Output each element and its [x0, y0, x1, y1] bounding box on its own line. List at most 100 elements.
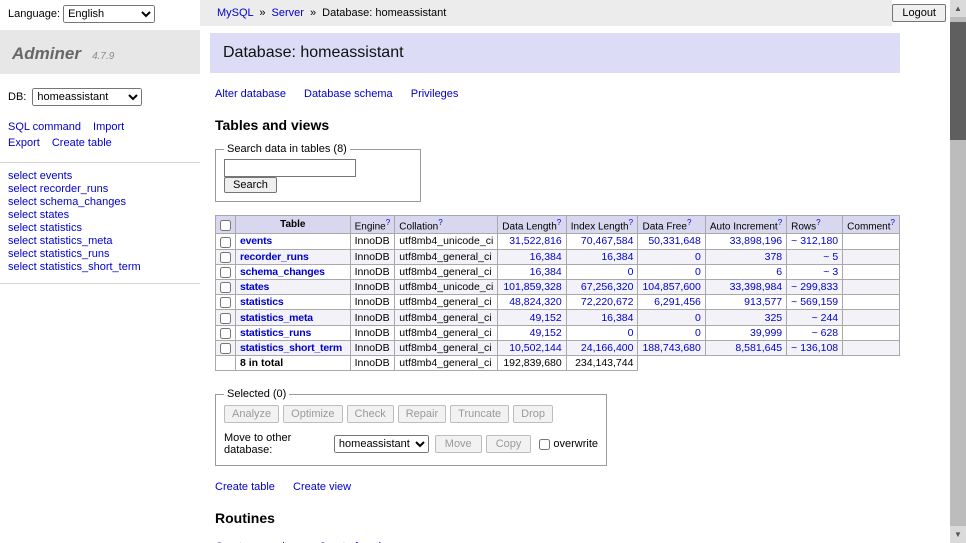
search-button[interactable]: Search: [224, 177, 277, 193]
data-length-link[interactable]: 31,522,816: [509, 235, 562, 247]
language-select[interactable]: English: [63, 5, 155, 23]
row-checkbox[interactable]: [220, 267, 231, 278]
optimize-button[interactable]: Optimize: [283, 405, 342, 423]
logout-button[interactable]: Logout: [892, 4, 946, 22]
breadcrumb-link-server[interactable]: Server: [272, 7, 304, 19]
overwrite-checkbox[interactable]: [539, 439, 550, 450]
index-length-link[interactable]: 67,256,320: [581, 281, 634, 293]
repair-button[interactable]: Repair: [398, 405, 446, 423]
rows-link[interactable]: ~ 3: [823, 266, 838, 278]
table-name-link[interactable]: states: [240, 281, 269, 293]
sidebar-link-select-statistics_short_term[interactable]: select statistics_short_term: [8, 261, 200, 274]
row-checkbox[interactable]: [220, 343, 231, 354]
data-length-link[interactable]: 48,824,320: [509, 296, 562, 308]
export-link[interactable]: Export: [8, 137, 40, 149]
auto-increment-link[interactable]: 913,577: [744, 296, 782, 308]
row-checkbox[interactable]: [220, 313, 231, 324]
sidebar-link-select-statistics_runs[interactable]: select statistics_runs: [8, 248, 200, 261]
sidebar-link-select-statistics_meta[interactable]: select statistics_meta: [8, 235, 200, 248]
copy-button[interactable]: Copy: [486, 435, 532, 453]
table-name-link[interactable]: statistics_short_term: [240, 342, 342, 354]
auto-increment-link[interactable]: 39,999: [750, 327, 782, 339]
analyze-button[interactable]: Analyze: [224, 405, 279, 423]
sidebar-link-select-schema_changes[interactable]: select schema_changes: [8, 196, 200, 209]
column-help-link[interactable]: ?: [438, 218, 442, 227]
search-input[interactable]: [224, 159, 356, 177]
data-length-link[interactable]: 16,384: [530, 266, 562, 278]
column-help-link[interactable]: ?: [386, 218, 390, 227]
create-view-link[interactable]: Create view: [293, 481, 351, 493]
vertical-scrollbar[interactable]: ▲ ▼: [950, 0, 966, 543]
rows-link[interactable]: ~ 569,159: [791, 296, 838, 308]
sidebar-link-select-statistics[interactable]: select statistics: [8, 222, 200, 235]
row-checkbox[interactable]: [220, 297, 231, 308]
db-select[interactable]: homeassistant: [32, 88, 142, 106]
data-free-link[interactable]: 50,331,648: [648, 235, 701, 247]
index-length-link[interactable]: 16,384: [601, 251, 633, 263]
auto-increment-link[interactable]: 325: [765, 312, 783, 324]
rows-link[interactable]: ~ 628: [812, 327, 839, 339]
row-checkbox[interactable]: [220, 328, 231, 339]
breadcrumb-link-mysql[interactable]: MySQL: [217, 7, 253, 19]
auto-increment-link[interactable]: 33,898,196: [730, 235, 783, 247]
auto-increment-link[interactable]: 8,581,645: [735, 342, 782, 354]
data-free-link[interactable]: 0: [695, 327, 701, 339]
move-button[interactable]: Move: [435, 435, 482, 453]
scroll-up-arrow-icon[interactable]: ▲: [950, 0, 966, 17]
data-length-link[interactable]: 101,859,328: [503, 281, 561, 293]
data-length-link[interactable]: 10,502,144: [509, 342, 562, 354]
rows-link[interactable]: ~ 136,108: [791, 342, 838, 354]
select-all-checkbox[interactable]: [220, 220, 231, 231]
index-length-link[interactable]: 0: [628, 266, 634, 278]
rows-link[interactable]: ~ 299,833: [791, 281, 838, 293]
scrollbar-thumb[interactable]: [950, 22, 966, 140]
rows-link[interactable]: ~ 312,180: [791, 235, 838, 247]
table-name-link[interactable]: recorder_runs: [240, 251, 309, 263]
data-free-link[interactable]: 0: [695, 266, 701, 278]
column-help-link[interactable]: ?: [557, 218, 561, 227]
alter-database-link[interactable]: Alter database: [215, 88, 286, 100]
auto-increment-link[interactable]: 378: [765, 251, 783, 263]
data-free-link[interactable]: 104,857,600: [642, 281, 700, 293]
sidebar-link-select-recorder_runs[interactable]: select recorder_runs: [8, 183, 200, 196]
index-length-link[interactable]: 0: [628, 327, 634, 339]
table-name-link[interactable]: statistics_runs: [240, 327, 311, 339]
data-free-link[interactable]: 0: [695, 312, 701, 324]
column-help-link[interactable]: ?: [891, 218, 895, 227]
table-name-link[interactable]: schema_changes: [240, 266, 325, 278]
sidebar-link-select-states[interactable]: select states: [8, 209, 200, 222]
data-free-link[interactable]: 188,743,680: [642, 342, 700, 354]
import-link[interactable]: Import: [93, 121, 124, 133]
auto-increment-link[interactable]: 6: [776, 266, 782, 278]
data-length-link[interactable]: 49,152: [530, 312, 562, 324]
column-help-link[interactable]: ?: [816, 218, 820, 227]
sql-command-link[interactable]: SQL command: [8, 121, 81, 133]
data-free-link[interactable]: 6,291,456: [654, 296, 701, 308]
check-button[interactable]: Check: [347, 405, 394, 423]
database-schema-link[interactable]: Database schema: [304, 88, 393, 100]
move-db-select[interactable]: homeassistant: [334, 435, 429, 453]
rows-link[interactable]: ~ 244: [812, 312, 839, 324]
data-length-link[interactable]: 16,384: [530, 251, 562, 263]
column-help-link[interactable]: ?: [629, 218, 633, 227]
row-checkbox[interactable]: [220, 252, 231, 263]
rows-link[interactable]: ~ 5: [823, 251, 838, 263]
column-help-link[interactable]: ?: [687, 218, 691, 227]
truncate-button[interactable]: Truncate: [450, 405, 509, 423]
create-table-link-sidebar[interactable]: Create table: [52, 137, 112, 149]
scroll-down-arrow-icon[interactable]: ▼: [950, 526, 966, 543]
index-length-link[interactable]: 70,467,584: [581, 235, 634, 247]
row-checkbox[interactable]: [220, 282, 231, 293]
table-name-link[interactable]: statistics: [240, 296, 284, 308]
sidebar-link-select-events[interactable]: select events: [8, 170, 200, 183]
data-length-link[interactable]: 49,152: [530, 327, 562, 339]
data-free-link[interactable]: 0: [695, 251, 701, 263]
column-help-link[interactable]: ?: [778, 218, 782, 227]
table-name-link[interactable]: events: [240, 235, 272, 247]
index-length-link[interactable]: 72,220,672: [581, 296, 634, 308]
row-checkbox[interactable]: [220, 237, 231, 248]
index-length-link[interactable]: 16,384: [601, 312, 633, 324]
drop-button[interactable]: Drop: [513, 405, 553, 423]
create-table-link[interactable]: Create table: [215, 481, 275, 493]
index-length-link[interactable]: 24,166,400: [581, 342, 634, 354]
